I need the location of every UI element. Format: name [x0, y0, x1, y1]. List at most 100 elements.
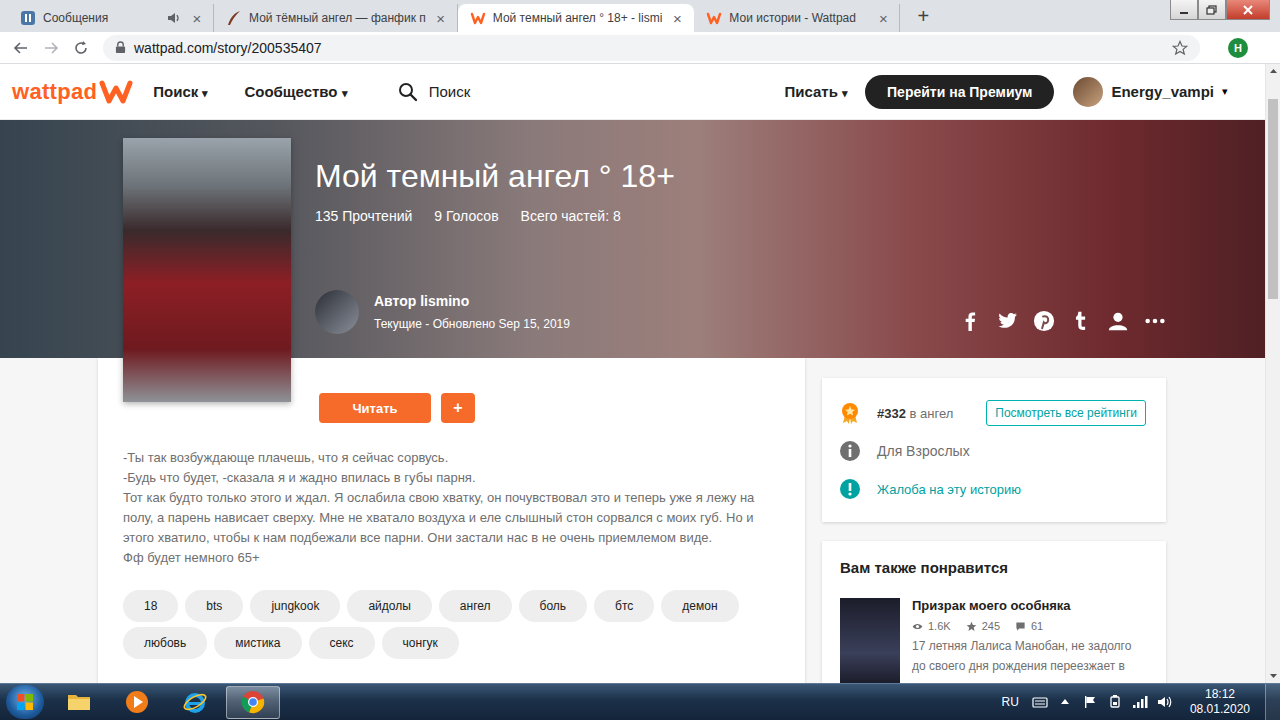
share-buttons: [959, 310, 1166, 332]
start-button[interactable]: [6, 685, 44, 719]
author-avatar[interactable]: [315, 290, 359, 334]
keyboard-icon[interactable]: [1032, 694, 1048, 710]
tag[interactable]: айдолы: [347, 590, 431, 622]
wattpad-icon: [470, 10, 486, 26]
profile-button[interactable]: H: [1228, 38, 1248, 58]
user-share-icon[interactable]: [1107, 310, 1129, 332]
taskbar-app[interactable]: [226, 686, 280, 719]
story-title: Мой темный ангел ° 18+: [315, 156, 1166, 196]
flag-icon[interactable]: [1082, 694, 1098, 710]
page: wattpad Поиск ▾ Сообщество ▾ Поиск Писать ▾ П…: [0, 64, 1265, 683]
reload-icon[interactable]: [73, 40, 89, 56]
browser-tab[interactable]: Мой темный ангел ° 18+ - lismi×: [458, 4, 695, 32]
browser-tab[interactable]: Сообщения×: [8, 4, 214, 32]
award-icon: [839, 402, 861, 424]
wattpad-w-icon: [99, 78, 133, 106]
recommendations-title: Вам также понравится: [840, 559, 1148, 576]
tab-close-button[interactable]: ×: [875, 10, 891, 27]
recommended-info: Призрак моего особняка1.6K2456117 летняя…: [912, 598, 1148, 683]
view-all-rankings-button[interactable]: Посмотреть все рейтинги: [986, 400, 1146, 426]
recommended-title[interactable]: Призрак моего особняка: [912, 598, 1148, 613]
taskbar-app[interactable]: [168, 686, 222, 719]
page-scrollbar[interactable]: [1265, 64, 1280, 683]
scrollbar-thumb[interactable]: [1268, 99, 1278, 299]
network-icon[interactable]: [1132, 694, 1148, 710]
wattpad-icon: [706, 10, 722, 26]
recommended-cover[interactable]: [840, 598, 900, 683]
story-stat: 135 Прочтений: [315, 208, 412, 224]
story-stat: 9 Голосов: [434, 208, 498, 224]
tag[interactable]: мистика: [214, 627, 301, 659]
report-row[interactable]: Жалоба на эту историю: [839, 476, 1146, 502]
taskbar-app[interactable]: [110, 686, 164, 719]
tab-close-button[interactable]: ×: [433, 10, 449, 27]
nav-menu[interactable]: Сообщество ▾: [244, 83, 347, 100]
tag[interactable]: бтс: [594, 590, 654, 622]
forward-arrow-icon[interactable]: [43, 40, 59, 56]
system-tray: RU 18:1208.01.2020: [1002, 684, 1280, 720]
user-menu[interactable]: Energy_vampi▾: [1073, 77, 1228, 107]
recommended-story[interactable]: Призрак моего особняка1.6K2456117 летняя…: [840, 598, 1148, 683]
alert-icon: [839, 478, 861, 500]
add-to-library-button[interactable]: +: [441, 393, 475, 423]
tab-close-button[interactable]: ×: [669, 10, 685, 27]
sidebar: #332 в ангелПосмотреть все рейтинги Для В…: [822, 358, 1166, 683]
twitter-icon[interactable]: [996, 310, 1018, 332]
volume-icon[interactable]: [1157, 694, 1173, 710]
language-indicator[interactable]: RU: [1002, 695, 1019, 709]
tag[interactable]: любовь: [123, 627, 207, 659]
scroll-down-icon[interactable]: [1266, 668, 1280, 683]
story-stat: Всего частей: 8: [521, 208, 621, 224]
ranking-row: #332 в ангелПосмотреть все рейтинги: [839, 400, 1146, 426]
tag[interactable]: чонгук: [382, 627, 459, 659]
tag[interactable]: jungkook: [250, 590, 340, 622]
mature-row: Для Взрослых: [839, 438, 1146, 464]
show-desktop-button[interactable]: [1265, 684, 1280, 720]
tag[interactable]: ангел: [439, 590, 512, 622]
browser-tab[interactable]: Мои истории - Wattpad×: [694, 4, 900, 32]
premium-button[interactable]: Перейти на Премиум: [865, 75, 1054, 109]
back-arrow-icon[interactable]: [13, 40, 29, 56]
author-name[interactable]: Автор lismino: [374, 293, 570, 309]
star-icon: [966, 621, 977, 632]
new-tab-button[interactable]: +: [910, 3, 936, 29]
tumblr-icon[interactable]: [1070, 310, 1092, 332]
browser-tab[interactable]: Мой тёмный ангел — фанфик п×: [214, 4, 458, 32]
scrollbar-track: [1266, 79, 1280, 668]
taskbar-app[interactable]: [52, 686, 106, 719]
facebook-icon[interactable]: [959, 310, 981, 332]
clock[interactable]: 18:1208.01.2020: [1190, 687, 1250, 717]
tag[interactable]: демон: [661, 590, 738, 622]
tag[interactable]: 18: [123, 590, 178, 622]
bookmark-star-icon[interactable]: [1172, 40, 1188, 56]
chrome-icon: [240, 689, 266, 715]
maximize-button[interactable]: [1198, 0, 1226, 20]
close-button[interactable]: [1226, 0, 1270, 20]
quill-icon: [226, 10, 242, 26]
nav-menu[interactable]: Поиск ▾: [153, 83, 208, 100]
read-button[interactable]: Читать: [319, 393, 431, 423]
minimize-button[interactable]: [1170, 0, 1198, 20]
story-cover[interactable]: [123, 138, 291, 402]
search-field[interactable]: Поиск: [398, 82, 471, 102]
tab-close-button[interactable]: ×: [189, 10, 205, 27]
tab-strip: Сообщения×Мой тёмный ангел — фанфик п×Мо…: [0, 0, 1280, 32]
address-bar[interactable]: wattpad.com/story/200535407: [103, 35, 1200, 61]
lock-icon[interactable]: [115, 41, 126, 54]
search-icon: [398, 82, 418, 102]
tag[interactable]: bts: [185, 590, 243, 622]
speaker-icon[interactable]: [166, 10, 182, 26]
pinterest-icon[interactable]: [1033, 310, 1055, 332]
tag[interactable]: секс: [309, 627, 375, 659]
wattpad-logo[interactable]: wattpad: [12, 78, 133, 106]
show-hidden-icons-icon[interactable]: [1057, 694, 1073, 710]
scroll-up-icon[interactable]: [1266, 64, 1280, 79]
tag[interactable]: боль: [519, 590, 588, 622]
power-icon[interactable]: [1107, 694, 1123, 710]
more-icon[interactable]: [1144, 310, 1166, 332]
taskbar: RU 18:1208.01.2020: [0, 683, 1280, 720]
story-status: Текущие - Обновлено Sep 15, 2019: [374, 317, 570, 331]
story-content: Читать+-Ты так возбуждающе плачешь, что …: [0, 358, 1265, 683]
page-viewport: wattpad Поиск ▾ Сообщество ▾ Поиск Писать ▾ П…: [0, 64, 1280, 683]
write-menu[interactable]: Писать ▾: [784, 83, 848, 100]
